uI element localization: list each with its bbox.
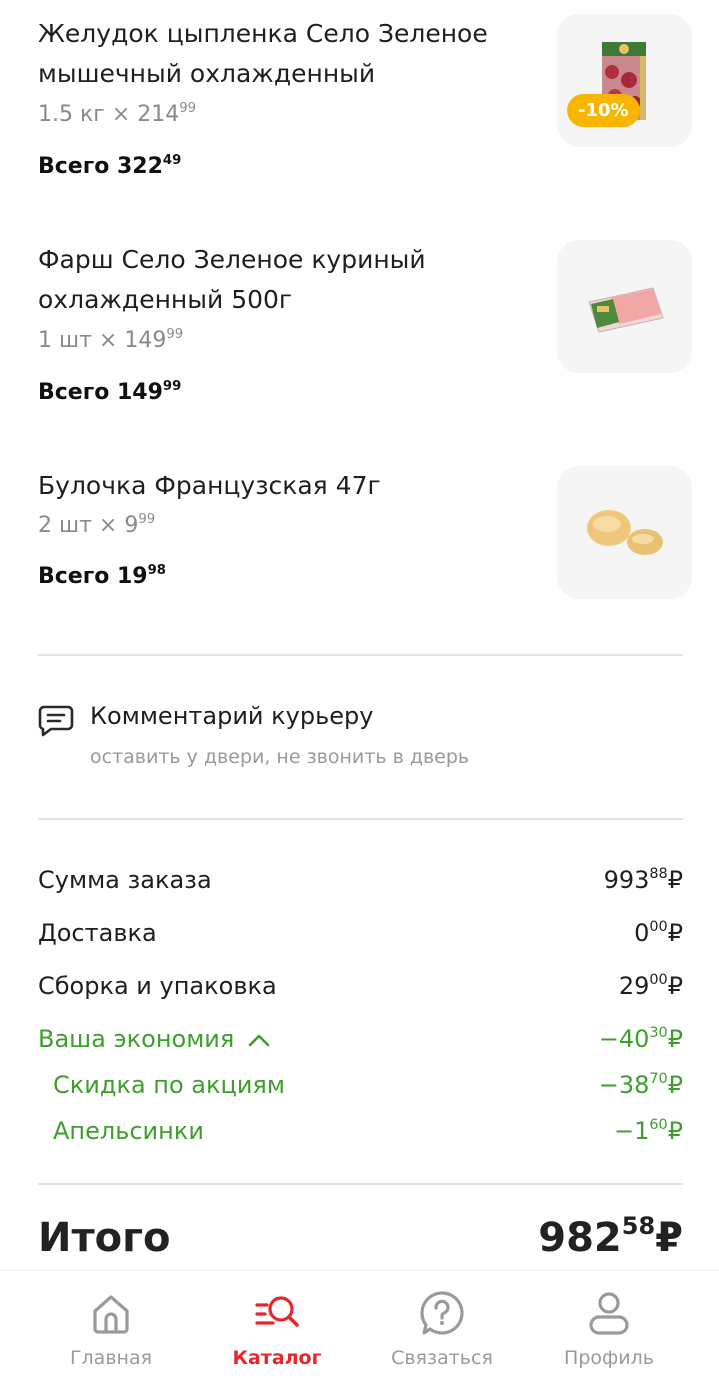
summary-label: Ваша экономия xyxy=(38,1025,270,1053)
summary-label: Доставка xyxy=(38,919,157,947)
summary-value: −4030₽ xyxy=(598,1024,683,1053)
total-value: 98258₽ xyxy=(538,1212,683,1261)
summary-label: Апельсинки xyxy=(53,1117,204,1145)
divider xyxy=(38,654,683,656)
profile-icon xyxy=(589,1292,629,1335)
tab-label: Связаться xyxy=(391,1347,493,1369)
divider xyxy=(38,1183,683,1185)
product-quantity-price: 2 шт × 999 xyxy=(38,511,156,538)
catalog-search-icon xyxy=(255,1296,299,1327)
summary-order-sum: Сумма заказа 99388₽ xyxy=(38,866,683,906)
summary-promo-discount: Скидка по акциям −3870₽ xyxy=(38,1071,683,1111)
product-image[interactable]: -10% xyxy=(557,14,692,147)
product-quantity-price: 1.5 кг × 21499 xyxy=(38,100,197,127)
comment-text: оставить у двери, не звонить в дверь xyxy=(90,746,470,768)
tab-label: Профиль xyxy=(564,1347,654,1369)
order-total: Итого 98258₽ xyxy=(38,1212,683,1275)
courier-comment[interactable]: Комментарий курьеру оставить у двери, не… xyxy=(38,700,683,780)
minced-chicken-tray-icon xyxy=(588,287,664,333)
chicken-gizzard-pack-icon xyxy=(602,42,646,120)
summary-value: 2900₽ xyxy=(618,971,683,1000)
savings-toggle[interactable]: Ваша экономия −4030₽ xyxy=(38,1025,683,1065)
total-label: Итого xyxy=(38,1215,171,1261)
product-name: Желудок цыпленка Село Зеленое мышечный о… xyxy=(38,19,488,88)
cart-item[interactable]: Булочка Французская 47г 2 шт × 999 Всего… xyxy=(38,466,692,606)
summary-value: −3870₽ xyxy=(598,1070,683,1099)
summary-value: −160₽ xyxy=(614,1116,683,1145)
product-image[interactable] xyxy=(557,466,692,599)
product-total: Всего 14999 xyxy=(38,378,182,405)
bottom-tab-bar: Главная Каталог Связаться Профиль xyxy=(0,1270,719,1382)
summary-label: Сумма заказа xyxy=(38,866,212,894)
summary-label: Скидка по акциям xyxy=(53,1071,285,1099)
cart-item[interactable]: Фарш Село Зеленое куриный охлажденный 50… xyxy=(38,240,692,410)
product-name: Булочка Французская 47г xyxy=(38,471,381,500)
tab-profile[interactable]: Профиль xyxy=(529,1271,689,1382)
bread-rolls-icon xyxy=(587,510,663,555)
summary-packing: Сборка и упаковка 2900₽ xyxy=(38,972,683,1012)
tab-contact[interactable]: Связаться xyxy=(362,1271,522,1382)
tab-label: Каталог xyxy=(232,1347,322,1369)
summary-label: Сборка и упаковка xyxy=(38,972,277,1000)
summary-delivery: Доставка 000₽ xyxy=(38,919,683,959)
summary-value: 000₽ xyxy=(634,918,683,947)
summary-oranges: Апельсинки −160₽ xyxy=(38,1117,683,1157)
home-icon xyxy=(93,1295,129,1334)
product-total: Всего 1998 xyxy=(38,562,166,589)
divider xyxy=(38,818,683,820)
cart-item[interactable]: Желудок цыпленка Село Зеленое мышечный о… xyxy=(38,14,692,184)
help-chat-icon xyxy=(420,1291,464,1335)
tab-label: Главная xyxy=(69,1347,153,1369)
discount-badge: -10% xyxy=(567,94,640,127)
product-total: Всего 32249 xyxy=(38,152,182,179)
tab-home[interactable]: Главная xyxy=(31,1271,191,1382)
comment-icon xyxy=(38,705,74,737)
product-image[interactable] xyxy=(557,240,692,373)
product-name: Фарш Село Зеленое куриный охлажденный 50… xyxy=(38,245,426,314)
product-quantity-price: 1 шт × 14999 xyxy=(38,326,184,353)
chevron-up-icon xyxy=(249,1034,270,1047)
tab-catalog[interactable]: Каталог xyxy=(197,1271,357,1382)
comment-title: Комментарий курьеру xyxy=(90,702,374,730)
summary-value: 99388₽ xyxy=(603,865,683,894)
